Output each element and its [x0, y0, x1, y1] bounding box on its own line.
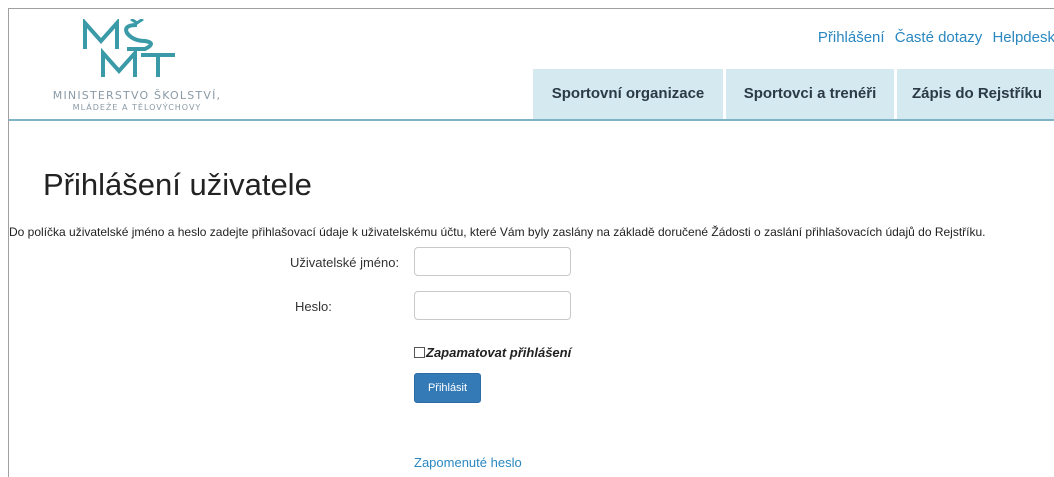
nav-item-sportovni-organizace[interactable]: Sportovní organizace [533, 69, 723, 119]
msmt-logo[interactable]: MINISTERSTVO ŠKOLSTVÍ, MLÁDEŽE A TĚLOVÝC… [37, 19, 257, 119]
nav-item-zapis-do-rejstriku[interactable]: Zápis do Rejstříku [897, 69, 1054, 119]
password-label: Heslo: [295, 299, 332, 314]
username-label: Uživatelské jméno: [290, 255, 400, 270]
top-link-prihlaseni[interactable]: Přihlášení [818, 29, 885, 46]
top-links: Přihlášení Časté dotazy Helpdesk [812, 29, 1054, 46]
logo-text-line1: MINISTERSTVO ŠKOLSTVÍ, [52, 89, 222, 102]
forgot-password-link[interactable]: Zapomenuté heslo [414, 455, 522, 470]
page-title: Přihlášení uživatele [43, 167, 312, 202]
password-input[interactable] [414, 291, 571, 320]
logo-text-line2: MLÁDEŽE A TĚLOVÝCHOVY [72, 103, 202, 112]
main-nav: Sportovní organizace Sportovci a trenéři… [533, 69, 1054, 119]
remember-me[interactable]: Zapamatovat přihlášení [414, 345, 571, 360]
intro-text: Do políčka uživatelské jméno a heslo zad… [9, 225, 986, 239]
site-header: MINISTERSTVO ŠKOLSTVÍ, MLÁDEŽE A TĚLOVÝC… [9, 9, 1054, 121]
remember-label: Zapamatovat přihlášení [426, 345, 572, 360]
login-button[interactable]: Přihlásit [414, 373, 481, 403]
top-link-caste-dotazy[interactable]: Časté dotazy [895, 29, 983, 46]
username-input[interactable] [414, 247, 571, 276]
page-frame: MINISTERSTVO ŠKOLSTVÍ, MLÁDEŽE A TĚLOVÝC… [8, 8, 1054, 477]
msmt-monogram-icon [83, 19, 175, 77]
top-link-helpdesk[interactable]: Helpdesk [992, 29, 1054, 46]
remember-checkbox[interactable] [414, 347, 425, 358]
nav-item-sportovci-a-treneri[interactable]: Sportovci a trenéři [726, 69, 894, 119]
